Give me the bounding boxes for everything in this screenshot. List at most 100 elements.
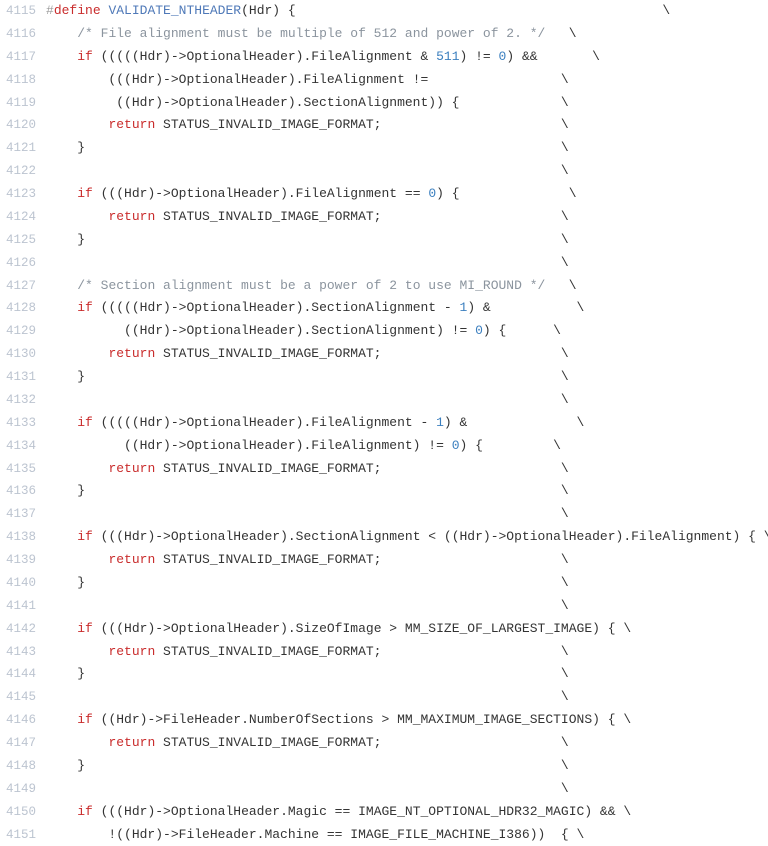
code-token: } \: [46, 140, 569, 155]
code-content[interactable]: \: [44, 252, 768, 275]
code-line: 4133 if (((((Hdr)->OptionalHeader).FileA…: [0, 412, 768, 435]
line-number: 4123: [0, 183, 44, 206]
code-content[interactable]: return STATUS_INVALID_IMAGE_FORMAT; \: [44, 343, 768, 366]
code-content[interactable]: } \: [44, 663, 768, 686]
code-token: (((Hdr)->OptionalHeader.Magic == IMAGE_N…: [93, 804, 631, 819]
code-content[interactable]: return STATUS_INVALID_IMAGE_FORMAT; \: [44, 641, 768, 664]
code-line: 4126 \: [0, 252, 768, 275]
code-content[interactable]: if (((Hdr)->OptionalHeader).FileAlignmen…: [44, 183, 768, 206]
code-content[interactable]: \: [44, 778, 768, 801]
line-number: 4127: [0, 275, 44, 298]
line-number: 4143: [0, 641, 44, 664]
code-token: [46, 644, 108, 659]
code-token: \: [46, 392, 569, 407]
code-line: 4127 /* Section alignment must be a powe…: [0, 275, 768, 298]
code-token: \: [46, 506, 569, 521]
line-number: 4116: [0, 23, 44, 46]
line-number: 4124: [0, 206, 44, 229]
code-line: 4149 \: [0, 778, 768, 801]
code-content[interactable]: } \: [44, 137, 768, 160]
code-token: 0: [475, 323, 483, 338]
code-token: (((((Hdr)->OptionalHeader).FileAlignment…: [93, 49, 436, 64]
code-token: [46, 186, 77, 201]
code-line: 4137 \: [0, 503, 768, 526]
line-number: 4131: [0, 366, 44, 389]
code-content[interactable]: } \: [44, 755, 768, 778]
code-content[interactable]: (((Hdr)->OptionalHeader).FileAlignment !…: [44, 69, 768, 92]
code-content[interactable]: if (((((Hdr)->OptionalHeader).FileAlignm…: [44, 412, 768, 435]
code-token: ((Hdr)->OptionalHeader).SectionAlignment…: [46, 323, 475, 338]
code-token: [46, 712, 77, 727]
code-token: \: [46, 689, 569, 704]
line-number: 4128: [0, 297, 44, 320]
line-number: 4126: [0, 252, 44, 275]
code-content[interactable]: #define VALIDATE_NTHEADER(Hdr) { \: [44, 0, 768, 23]
line-number: 4132: [0, 389, 44, 412]
code-content[interactable]: } \: [44, 229, 768, 252]
code-content[interactable]: return STATUS_INVALID_IMAGE_FORMAT; \: [44, 732, 768, 755]
code-content[interactable]: } \: [44, 572, 768, 595]
code-content[interactable]: if ((Hdr)->FileHeader.NumberOfSections >…: [44, 709, 768, 732]
code-block: 4115#define VALIDATE_NTHEADER(Hdr) { \41…: [0, 0, 768, 846]
code-content[interactable]: return STATUS_INVALID_IMAGE_FORMAT; \: [44, 549, 768, 572]
code-content[interactable]: ((Hdr)->OptionalHeader).SectionAlignment…: [44, 320, 768, 343]
code-token: return: [108, 552, 155, 567]
code-token: [46, 209, 108, 224]
line-number: 4145: [0, 686, 44, 709]
code-content[interactable]: if (((((Hdr)->OptionalHeader).SectionAli…: [44, 297, 768, 320]
code-content[interactable]: if (((Hdr)->OptionalHeader).SectionAlign…: [44, 526, 768, 549]
code-token: [46, 300, 77, 315]
code-content[interactable]: return STATUS_INVALID_IMAGE_FORMAT; \: [44, 206, 768, 229]
line-number: 4129: [0, 320, 44, 343]
code-content[interactable]: \: [44, 389, 768, 412]
code-token: return: [108, 735, 155, 750]
code-line: 4115#define VALIDATE_NTHEADER(Hdr) { \: [0, 0, 768, 23]
code-token: ) & \: [444, 415, 584, 430]
code-token: return: [108, 117, 155, 132]
code-content[interactable]: \: [44, 686, 768, 709]
code-token: if: [77, 186, 93, 201]
code-content[interactable]: \: [44, 503, 768, 526]
code-token: \: [46, 163, 569, 178]
line-number: 4150: [0, 801, 44, 824]
code-content[interactable]: \: [44, 595, 768, 618]
code-content[interactable]: /* Section alignment must be a power of …: [44, 275, 768, 298]
code-token: [46, 529, 77, 544]
code-token: if: [77, 712, 93, 727]
code-token: 0: [428, 186, 436, 201]
code-token: return: [108, 209, 155, 224]
code-token: \: [545, 278, 576, 293]
line-number: 4118: [0, 69, 44, 92]
code-content[interactable]: ((Hdr)->OptionalHeader).SectionAlignment…: [44, 92, 768, 115]
code-content[interactable]: if (((((Hdr)->OptionalHeader).FileAlignm…: [44, 46, 768, 69]
line-number: 4121: [0, 137, 44, 160]
code-token: [46, 346, 108, 361]
code-content[interactable]: return STATUS_INVALID_IMAGE_FORMAT; \: [44, 114, 768, 137]
code-token: STATUS_INVALID_IMAGE_FORMAT; \: [155, 735, 568, 750]
code-line: 4135 return STATUS_INVALID_IMAGE_FORMAT;…: [0, 458, 768, 481]
line-number: 4125: [0, 229, 44, 252]
code-content[interactable]: !((Hdr)->FileHeader.Machine == IMAGE_FIL…: [44, 824, 768, 846]
line-number: 4141: [0, 595, 44, 618]
code-line: 4136 } \: [0, 480, 768, 503]
code-content[interactable]: if (((Hdr)->OptionalHeader.Magic == IMAG…: [44, 801, 768, 824]
code-token: VALIDATE_NTHEADER: [108, 3, 241, 18]
code-content[interactable]: if (((Hdr)->OptionalHeader).SizeOfImage …: [44, 618, 768, 641]
code-content[interactable]: } \: [44, 480, 768, 503]
line-number: 4119: [0, 92, 44, 115]
code-line: 4146 if ((Hdr)->FileHeader.NumberOfSecti…: [0, 709, 768, 732]
code-token: (((Hdr)->OptionalHeader).SizeOfImage > M…: [93, 621, 631, 636]
code-content[interactable]: /* File alignment must be multiple of 51…: [44, 23, 768, 46]
code-token: ((Hdr)->OptionalHeader).SectionAlignment…: [46, 95, 569, 110]
line-number: 4120: [0, 114, 44, 137]
line-number: 4146: [0, 709, 44, 732]
code-content[interactable]: ((Hdr)->OptionalHeader).FileAlignment) !…: [44, 435, 768, 458]
code-line: 4138 if (((Hdr)->OptionalHeader).Section…: [0, 526, 768, 549]
code-content[interactable]: } \: [44, 366, 768, 389]
code-token: /* File alignment must be multiple of 51…: [77, 26, 545, 41]
code-token: \: [46, 255, 569, 270]
code-token: } \: [46, 758, 569, 773]
code-content[interactable]: return STATUS_INVALID_IMAGE_FORMAT; \: [44, 458, 768, 481]
code-content[interactable]: \: [44, 160, 768, 183]
code-token: [46, 117, 108, 132]
